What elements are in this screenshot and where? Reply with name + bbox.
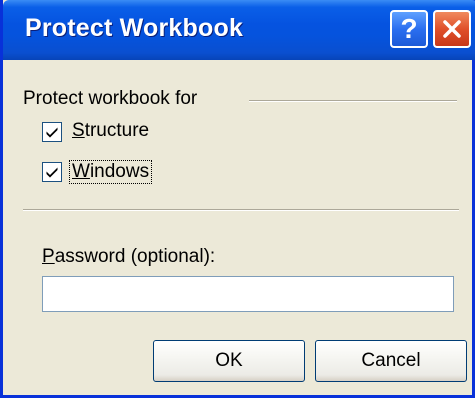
structure-label-text: tructure — [84, 120, 150, 141]
protect-workbook-dialog: Protect Workbook ? Protect workbook for … — [0, 0, 475, 398]
help-icon: ? — [400, 13, 418, 44]
section-separator — [23, 209, 459, 211]
password-field[interactable] — [42, 276, 454, 312]
windows-label[interactable]: Windows — [69, 160, 153, 184]
group-divider — [249, 100, 457, 102]
structure-label[interactable]: Structure — [72, 120, 149, 142]
close-icon — [443, 20, 461, 38]
structure-checkbox[interactable] — [42, 122, 62, 142]
dialog-title: Protect Workbook — [25, 14, 244, 42]
cancel-button[interactable]: Cancel — [315, 340, 467, 382]
checkmark-icon — [46, 167, 58, 178]
ok-button[interactable]: OK — [153, 340, 305, 382]
windows-label-text: indows — [89, 161, 150, 182]
help-button[interactable]: ? — [390, 10, 428, 48]
windows-access-key: W — [72, 161, 90, 182]
checkmark-icon — [46, 127, 58, 138]
structure-access-key: S — [72, 120, 85, 141]
group-label-protect-for: Protect workbook for — [23, 88, 198, 109]
password-label-text: assword (optional): — [54, 246, 216, 267]
title-bar[interactable]: Protect Workbook ? — [3, 0, 475, 60]
windows-checkbox[interactable] — [42, 162, 62, 182]
close-button[interactable] — [433, 10, 471, 48]
password-access-key: P — [42, 246, 55, 267]
password-label: Password (optional): — [42, 246, 215, 268]
